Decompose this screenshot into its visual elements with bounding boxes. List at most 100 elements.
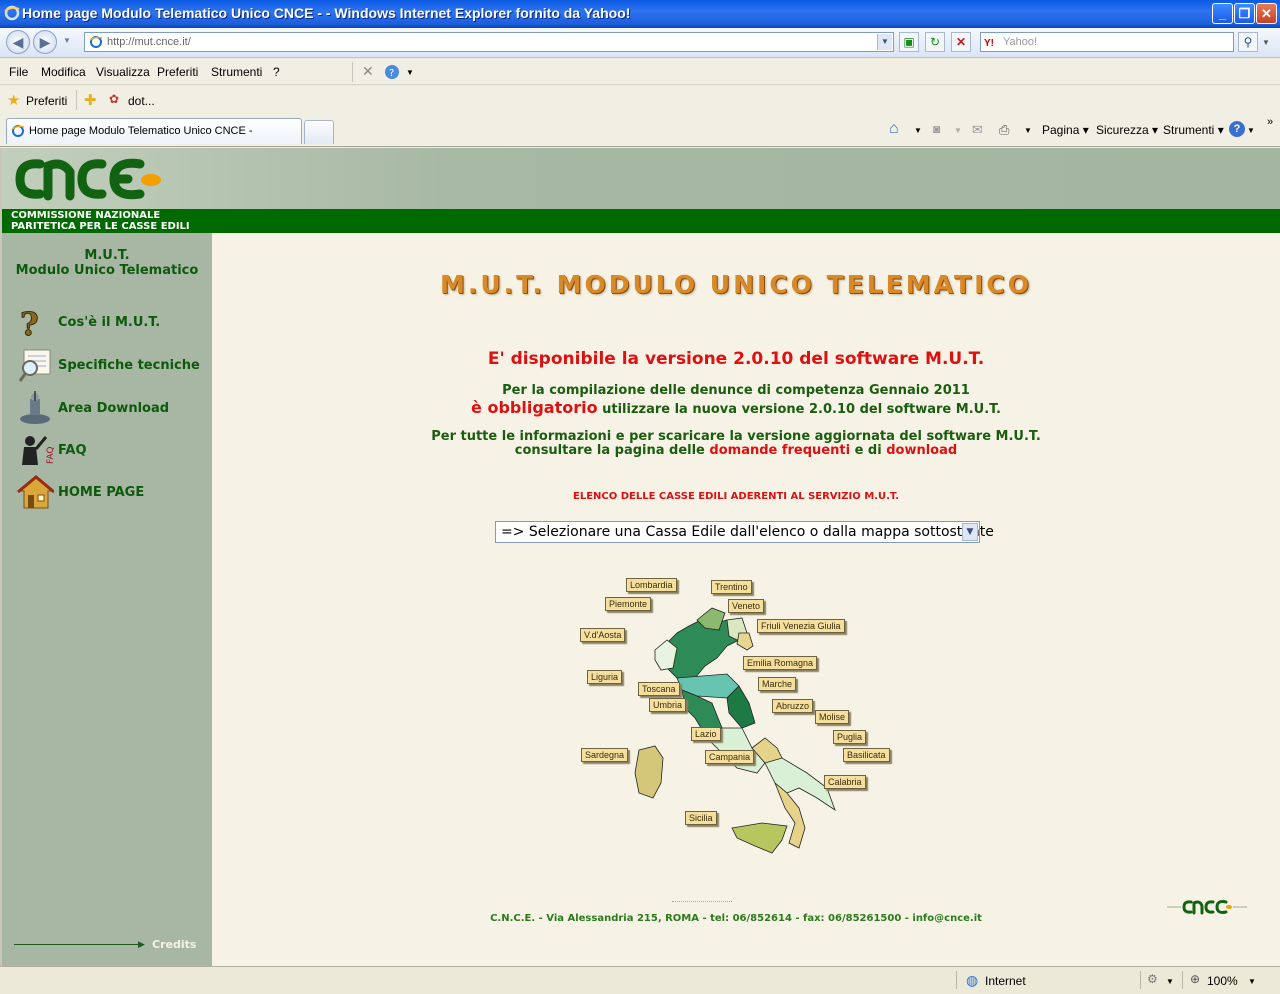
sidebar-item-specifiche-tecniche[interactable]: Specifiche tecniche <box>16 348 206 384</box>
svg-text:FAQ: FAQ <box>46 447 54 464</box>
download-link[interactable]: download <box>886 443 957 458</box>
protected-dropdown-icon[interactable]: ▼ <box>1166 977 1174 986</box>
sidebar-item-cose-il-mut[interactable]: ? Cos'è il M.U.T. <box>16 305 206 341</box>
security-menu[interactable]: Sicurezza ▾ <box>1096 123 1158 137</box>
new-tab-button[interactable] <box>304 120 334 144</box>
help-dropdown-icon[interactable]: ▼ <box>1247 126 1255 135</box>
map-label-toscana[interactable]: Toscana <box>638 682 680 696</box>
menu-visualizza[interactable]: Visualizza <box>96 65 150 79</box>
faq-link[interactable]: domande frequenti <box>709 443 850 458</box>
favorite-link[interactable]: dot... <box>128 94 155 108</box>
forward-button[interactable]: ▶ <box>33 30 57 54</box>
menu-preferiti[interactable]: Preferiti <box>157 65 198 79</box>
ie-logo-icon <box>4 5 20 21</box>
map-label-lazio[interactable]: Lazio <box>691 727 721 741</box>
address-toolbar: ◀ ▶ ▼ http://mut.cnce.it/ ▼ ▣ ↻ ✕ Y! Yah… <box>0 28 1280 58</box>
print-icon[interactable]: ⎙ <box>999 122 1009 138</box>
compile-notice: Per la compilazione delle denunce di com… <box>502 383 970 398</box>
map-label-marche[interactable]: Marche <box>758 677 797 691</box>
map-label-veneto[interactable]: Veneto <box>728 599 765 613</box>
map-label-calabria[interactable]: Calabria <box>824 775 866 789</box>
refresh-icon[interactable]: ↻ <box>925 32 945 52</box>
url-dropdown-icon[interactable]: ▼ <box>877 34 892 50</box>
favorites-star-icon[interactable]: ★ <box>7 91 20 109</box>
tab-active[interactable]: Home page Modulo Telematico Unico CNCE - <box>6 118 302 144</box>
map-label-trentino[interactable]: Trentino <box>711 580 752 594</box>
map-label-basilicata[interactable]: Basilicata <box>843 748 890 762</box>
map-region-sicilia[interactable] <box>731 822 788 854</box>
map-label-vdaosta[interactable]: V.d'Aosta <box>580 628 626 642</box>
chevron-more-icon[interactable]: » <box>1267 116 1273 128</box>
close-toolbar-icon[interactable]: ✕ <box>362 63 374 80</box>
document-magnifier-icon <box>18 349 51 382</box>
map-label-lombardia[interactable]: Lombardia <box>626 578 677 592</box>
minimize-button[interactable]: _ <box>1212 3 1233 24</box>
menu-strumenti[interactable]: Strumenti <box>211 65 262 79</box>
stop-icon[interactable]: ✕ <box>951 32 971 52</box>
map-region-veneto[interactable] <box>736 632 754 651</box>
toolbar-dropdown-icon[interactable]: ▼ <box>406 68 414 77</box>
version-notice: E' disponibile la versione 2.0.10 del so… <box>487 349 985 369</box>
map-label-piemonte[interactable]: Piemonte <box>605 597 652 611</box>
tab-bar: Home page Modulo Telematico Unico CNCE -… <box>0 116 1280 147</box>
history-dropdown-icon[interactable]: ▼ <box>63 36 71 45</box>
page-ie-icon <box>89 36 103 48</box>
zoom-icon[interactable]: ⊕ <box>1190 972 1200 986</box>
sidebar-title: M.U.T. Modulo Unico Telematico <box>2 248 212 278</box>
yahoo-icon: Y! <box>984 38 994 49</box>
feeds-icon[interactable]: ◙ <box>933 122 940 136</box>
favorites-button[interactable]: Preferiti <box>26 94 67 108</box>
status-bar: ◍ Internet ⚙ ▼ ⊕ 100% ▼ <box>0 966 1280 994</box>
feeds-dropdown-icon[interactable]: ▼ <box>954 126 962 135</box>
credits-link[interactable]: ▶ Credits <box>14 938 204 952</box>
compat-view-icon[interactable]: ▣ <box>899 32 919 52</box>
map-region-sardegna[interactable] <box>634 745 664 799</box>
chevron-down-icon[interactable]: ▼ <box>962 523 978 541</box>
maximize-button[interactable]: ❐ <box>1234 3 1255 24</box>
cassa-edile-select[interactable]: => Selezionare una Cassa Edile dall'elen… <box>495 521 994 543</box>
home-icon[interactable]: ⌂ <box>889 120 899 138</box>
search-options-icon[interactable]: ▼ <box>1262 38 1270 47</box>
yahoo-toolbar-icon[interactable]: ? <box>384 64 400 80</box>
protected-mode-icon[interactable]: ⚙ <box>1147 972 1158 986</box>
map-label-campania[interactable]: Campania <box>705 750 755 764</box>
add-favorite-icon[interactable]: ✚ <box>84 91 97 109</box>
map-label-abruzzo[interactable]: Abruzzo <box>772 699 814 713</box>
back-button[interactable]: ◀ <box>6 30 30 54</box>
map-label-emilia[interactable]: Emilia Romagna <box>743 656 818 670</box>
menu-help[interactable]: ? <box>273 65 280 79</box>
footer-cnce-logo[interactable] <box>1167 893 1247 921</box>
zoom-dropdown-icon[interactable]: ▼ <box>1248 977 1256 986</box>
menu-divider <box>352 62 353 82</box>
sidebar-item-label: Specifiche tecniche <box>58 358 200 373</box>
menu-modifica[interactable]: Modifica <box>41 65 86 79</box>
credits-label: Credits <box>152 938 197 951</box>
italy-map[interactable]: Lombardia Trentino Piemonte Veneto V.d'A… <box>577 578 897 868</box>
help-icon[interactable]: ? <box>1229 121 1245 137</box>
map-label-friuli[interactable]: Friuli Venezia Giulia <box>757 619 845 633</box>
map-label-molise[interactable]: Molise <box>815 710 850 724</box>
zoom-level[interactable]: 100% <box>1207 974 1238 988</box>
map-label-sicilia[interactable]: Sicilia <box>685 811 717 825</box>
map-label-umbria[interactable]: Umbria <box>649 698 687 712</box>
sidebar-item-faq[interactable]: FAQ FAQ <box>16 433 206 469</box>
map-label-sardegna[interactable]: Sardegna <box>581 748 629 762</box>
sidebar-item-home-page[interactable]: HOME PAGE <box>16 475 206 511</box>
tools-menu[interactable]: Strumenti ▾ <box>1163 123 1224 137</box>
tools-menu-label: Strumenti <box>1163 123 1215 137</box>
map-label-puglia[interactable]: Puglia <box>833 730 867 744</box>
mail-icon[interactable]: ✉ <box>972 122 983 138</box>
cnce-logo[interactable] <box>10 152 170 204</box>
menu-file[interactable]: File <box>9 65 28 79</box>
close-window-button[interactable]: ✕ <box>1256 3 1277 24</box>
map-label-liguria[interactable]: Liguria <box>587 670 623 684</box>
print-dropdown-icon[interactable]: ▼ <box>1024 126 1032 135</box>
sidebar-item-area-download[interactable]: Area Download <box>16 391 206 427</box>
org-name-line2: PARITETICA PER LE CASSE EDILI <box>11 221 190 232</box>
url-field[interactable]: http://mut.cnce.it/ ▼ <box>84 32 894 52</box>
page-menu[interactable]: Pagina ▾ <box>1042 123 1089 137</box>
link-icon: ✿ <box>109 92 120 106</box>
home-dropdown-icon[interactable]: ▼ <box>914 126 922 135</box>
search-input[interactable]: Y! Yahoo! <box>980 32 1234 52</box>
search-icon[interactable]: ⚲ <box>1238 32 1258 52</box>
